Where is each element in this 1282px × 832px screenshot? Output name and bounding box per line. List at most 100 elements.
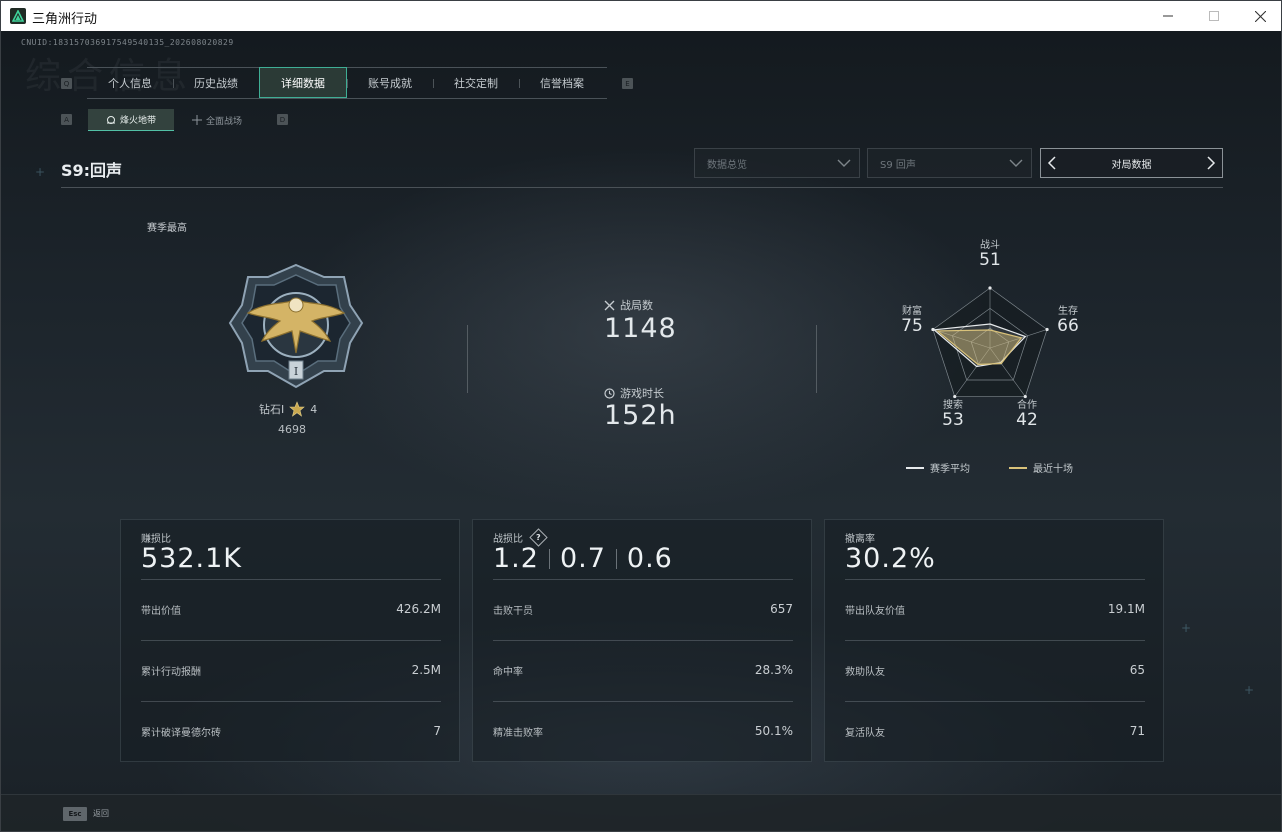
card-divider [493, 701, 793, 702]
subtab-warfare-mode[interactable]: 全面战场 [174, 109, 260, 131]
back-label[interactable]: 返回 [93, 808, 109, 819]
kd-ratio-card: 战损比 ? 1.2 0.7 0.6 击败干员 657 命中率 28.3% 精准击败率… [472, 519, 812, 762]
radar-axis-dot [988, 286, 992, 290]
prev-subtab-key-hint[interactable]: A [61, 114, 72, 125]
row-key: 复活队友 [845, 728, 885, 739]
match-data-navigator: 对局数据 [1040, 148, 1223, 178]
help-icon-glyph: ? [536, 532, 541, 542]
subtab-warfare-label: 全面战场 [205, 116, 242, 127]
row-key: 命中率 [493, 667, 523, 678]
rank-score: 4698 [278, 423, 306, 436]
chevron-down-icon [837, 159, 851, 167]
playtime-label-text: 游戏时长 [620, 387, 664, 400]
decor-plus-icon: + [35, 165, 46, 179]
maximize-button[interactable] [1191, 1, 1237, 31]
rank-tier: 钻石I [259, 403, 285, 416]
bottom-bar: Esc 返回 [1, 794, 1281, 831]
kd-values: 1.2 0.7 0.6 [493, 543, 673, 574]
subtab-extraction-mode[interactable]: 烽火地带 [88, 109, 174, 131]
minimize-button[interactable] [1145, 1, 1191, 31]
medal-numeral: I [294, 365, 298, 378]
card-row: 累计行动报酬 2.5M [141, 663, 441, 678]
season-title: S9:回声 [61, 161, 123, 180]
app-logo-icon [10, 8, 26, 24]
main-stage: 综合信息 CNUID:183157036917549540135_2026080… [1, 31, 1281, 831]
window-title: 三角洲行动 [32, 12, 98, 27]
star-icon [289, 401, 306, 417]
row-key: 累计破译曼德尔砖 [141, 728, 221, 739]
matches-count: 1148 [604, 313, 677, 344]
row-value: 50.1% [754, 724, 793, 738]
extraction-rate-card: 撤离率 30.2% 带出队友价值 19.1M 救助队友 65 复活队友 71 [824, 519, 1164, 762]
ability-radar: 战斗 51 生存 66 合作 42 搜索 53 财富 75 [896, 226, 1086, 441]
close-button[interactable] [1237, 1, 1281, 31]
rank-tier-line: 钻石I 4 [259, 401, 317, 417]
prev-tab-key-hint[interactable]: Q [61, 78, 72, 89]
data-type-dropdown[interactable]: 数据总览 [694, 148, 860, 178]
row-key: 救助队友 [845, 667, 885, 678]
kd-value: 0.6 [626, 543, 673, 574]
card-divider [845, 701, 1145, 702]
section-divider [816, 325, 817, 393]
title-divider [61, 187, 1223, 188]
tab-credit-record[interactable]: 信誉档案 [519, 68, 605, 98]
season-dropdown[interactable]: S9 回声 [867, 148, 1032, 178]
game-window: 三角洲行动 综合信息 CNUID:183157036917549540135_2… [0, 0, 1282, 832]
card-row: 命中率 28.3% [493, 663, 793, 678]
playtime-value: 152h [604, 400, 677, 431]
row-value: 65 [1129, 663, 1145, 677]
legend-recent-ten: 最近十场 [1009, 460, 1073, 475]
player-uid: CNUID:183157036917549540135_202608020829 [21, 38, 234, 47]
mode-subtabs: 烽火地带 全面战场 [88, 109, 260, 131]
matches-label-text: 战局数 [620, 299, 653, 312]
title-bar: 三角洲行动 [1, 1, 1281, 31]
card-row: 累计破译曼德尔砖 7 [141, 724, 441, 739]
next-tab-key-hint[interactable]: E [622, 78, 633, 89]
legend-season-average: 赛季平均 [906, 460, 970, 475]
tab-achievements[interactable]: 账号成就 [347, 68, 433, 98]
season-dropdown-value: S9 回声 [880, 159, 916, 171]
row-value: 71 [1129, 724, 1145, 738]
radar-value-survival: 66 [1057, 316, 1079, 336]
tab-personal-info[interactable]: 个人信息 [87, 68, 173, 98]
card-row: 精准击败率 50.1% [493, 724, 793, 739]
radar-label-search: 搜索 [943, 400, 963, 411]
row-value: 2.5M [411, 663, 441, 677]
card-big-value: 30.2% [845, 543, 936, 574]
clock-icon [604, 387, 615, 399]
row-key: 击败干员 [493, 606, 533, 617]
matches-label: 战局数 [604, 297, 653, 313]
radar-value-combat: 51 [979, 250, 1001, 270]
card-row: 带出队友价值 19.1M [845, 602, 1145, 617]
card-divider [493, 640, 793, 641]
radar-value-cooperation: 42 [1016, 410, 1038, 430]
profit-ratio-card: 赚损比 532.1K 带出价值 426.2M 累计行动报酬 2.5M 累计破译曼德尔… [120, 519, 460, 762]
match-data-label: 对局数据 [1111, 159, 1152, 171]
tab-match-history[interactable]: 历史战绩 [173, 68, 259, 98]
card-row: 击败干员 657 [493, 602, 793, 617]
next-subtab-key-hint[interactable]: D [277, 114, 288, 125]
card-divider [141, 701, 441, 702]
chevron-left-icon[interactable] [1047, 156, 1057, 170]
row-key: 带出队友价值 [845, 606, 905, 617]
legend-recent-swatch [1009, 466, 1027, 469]
row-value: 28.3% [754, 663, 793, 677]
row-value: 657 [770, 602, 793, 616]
card-divider [141, 640, 441, 641]
crossed-swords-icon [604, 300, 615, 310]
kd-value: 1.2 [493, 543, 539, 574]
chevron-right-icon[interactable] [1206, 156, 1216, 170]
row-key: 带出价值 [141, 606, 181, 617]
diamond-rank-medal-icon: I [228, 263, 364, 389]
tab-detailed-data[interactable]: 详细数据 [259, 67, 347, 98]
radar-label-cooperation: 合作 [1017, 400, 1037, 411]
esc-key-hint[interactable]: Esc [63, 807, 87, 821]
row-key: 累计行动报酬 [141, 667, 201, 678]
tab-social-custom[interactable]: 社交定制 [433, 68, 519, 98]
radar-value-search: 53 [942, 410, 964, 430]
crosshair-icon [191, 115, 202, 125]
card-row: 复活队友 71 [845, 724, 1145, 739]
rank-stars: 4 [310, 402, 318, 416]
card-big-value: 532.1K [141, 543, 243, 574]
row-value: 19.1M [1107, 602, 1145, 616]
